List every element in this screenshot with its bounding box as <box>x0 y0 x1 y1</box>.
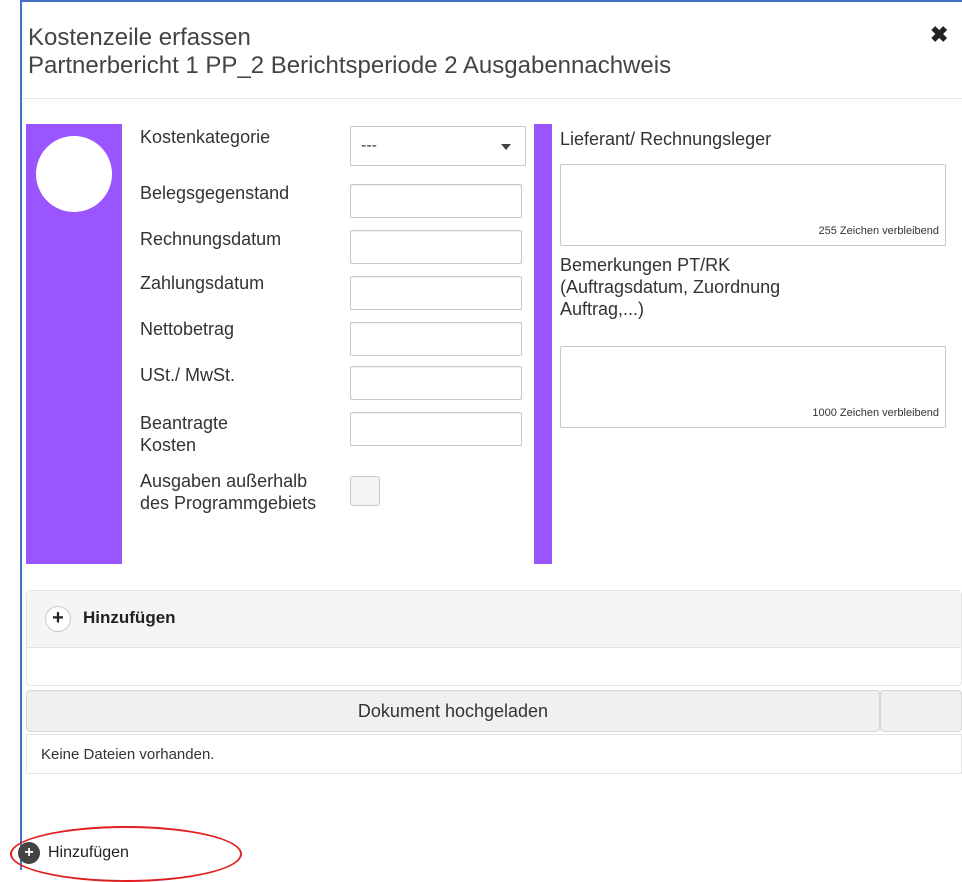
dialog-title: Kostenzeile erfassen <box>28 24 251 51</box>
label-bemerkungen: Bemerkungen PT/RK (Auftragsdatum, Zuordn… <box>560 255 781 319</box>
ausgaben-ausserhalb-checkbox[interactable] <box>350 476 380 506</box>
accent-bar-left <box>26 124 122 564</box>
label-belegsgegenstand: Belegsgegenstand <box>140 183 290 203</box>
kostenkategorie-value: --- <box>361 137 377 154</box>
lieferant-char-counter: 255 Zeichen verbleibend <box>818 225 939 237</box>
attachments-panel: + Hinzufügen <box>26 590 962 686</box>
dialog: Kostenzeile erfassen Partnerbericht 1 PP… <box>20 0 962 870</box>
attachments-add-label[interactable]: Hinzufügen <box>83 608 176 628</box>
dialog-subtitle: Partnerbericht 1 PP_2 Berichtsperiode 2 … <box>28 52 672 79</box>
accent-bar-middle <box>534 124 552 564</box>
plus-circle-icon[interactable]: + <box>18 842 40 864</box>
empty-state-text: Keine Dateien vorhanden. <box>41 746 215 763</box>
footer-add-label[interactable]: Hinzufügen <box>48 844 129 862</box>
label-ausgaben-ausserhalb: Ausgaben außerhalb des Programmgebiets <box>140 471 317 513</box>
ust-input[interactable] <box>350 366 522 400</box>
zahlungsdatum-input[interactable] <box>350 276 522 310</box>
label-ust: USt./ MwSt. <box>140 365 236 385</box>
beantragte-kosten-input[interactable] <box>350 412 522 446</box>
dialog-header: Kostenzeile erfassen Partnerbericht 1 PP… <box>22 2 962 99</box>
label-nettobetrag: Nettobetrag <box>140 319 235 339</box>
avatar <box>36 136 112 212</box>
belegsgegenstand-input[interactable] <box>350 184 522 218</box>
rechnungsdatum-input[interactable] <box>350 230 522 264</box>
document-column-header: Dokument hochgeladen <box>26 690 880 732</box>
attachments-panel-header[interactable]: + Hinzufügen <box>27 591 961 648</box>
kostenkategorie-select[interactable]: --- <box>350 126 526 166</box>
plus-circle-icon[interactable]: + <box>45 606 71 632</box>
label-rechnungsdatum: Rechnungsdatum <box>140 229 282 249</box>
label-zahlungsdatum: Zahlungsdatum <box>140 273 265 293</box>
document-column-label: Dokument hochgeladen <box>357 701 549 721</box>
close-icon[interactable]: ✖ <box>930 24 948 46</box>
nettobetrag-input[interactable] <box>350 322 522 356</box>
label-lieferant: Lieferant/ Rechnungsleger <box>560 129 772 149</box>
lieferant-textarea[interactable]: 255 Zeichen verbleibend <box>560 164 946 246</box>
label-kostenkategorie: Kostenkategorie <box>140 127 271 147</box>
chevron-down-icon <box>501 144 511 150</box>
label-beantragte-kosten: Beantragte Kosten <box>140 413 229 455</box>
document-table-body: Keine Dateien vorhanden. <box>26 734 962 774</box>
document-column-header-actions <box>880 690 962 732</box>
bemerkungen-char-counter: 1000 Zeichen verbleibend <box>812 407 939 419</box>
bemerkungen-textarea[interactable]: 1000 Zeichen verbleibend <box>560 346 946 428</box>
